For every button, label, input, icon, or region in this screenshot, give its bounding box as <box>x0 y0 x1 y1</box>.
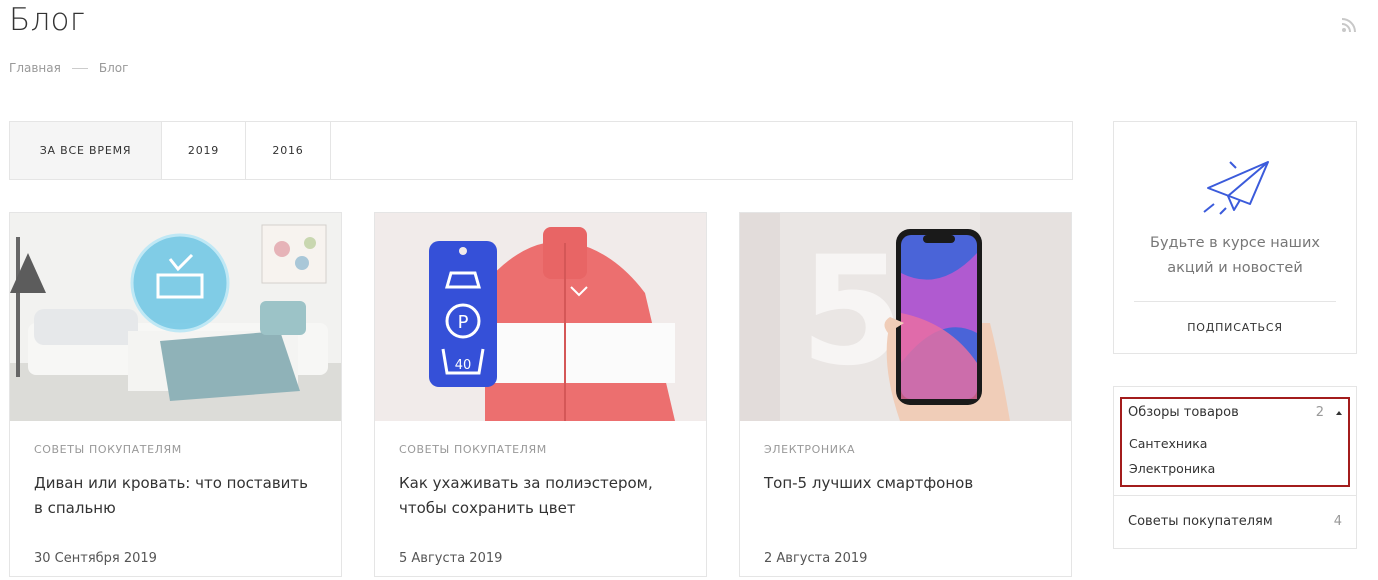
subcategory-item-electronics[interactable]: Электроника <box>1129 461 1215 476</box>
category-item-reviews[interactable]: Обзоры товаров 2 <box>1128 405 1342 420</box>
paper-plane-icon <box>1203 161 1269 215</box>
subscribe-text: Будьте в курсе наших акций и новостей <box>1150 235 1320 276</box>
collapse-caret-icon[interactable] <box>1336 410 1342 415</box>
card-title[interactable]: Как ухаживать за полиэстером, чтобы сохр… <box>399 471 682 521</box>
card-date: 5 Августа 2019 <box>399 551 503 566</box>
card-category[interactable]: СОВЕТЫ ПОКУПАТЕЛЯМ <box>399 443 682 461</box>
year-filter-tabs: ЗА ВСЕ ВРЕМЯ 2019 2016 <box>9 121 1073 180</box>
svg-text:P: P <box>458 312 469 333</box>
category-label[interactable]: Советы покупателям <box>1128 514 1273 529</box>
subscribe-divider <box>1134 301 1336 302</box>
tab-2019[interactable]: 2019 <box>162 122 246 179</box>
subcategory-item-plumbing[interactable]: Сантехника <box>1129 436 1207 451</box>
tab-all-time[interactable]: ЗА ВСЕ ВРЕМЯ <box>10 122 162 179</box>
blog-card[interactable]: СОВЕТЫ ПОКУПАТЕЛЯМ Диван или кровать: чт… <box>9 212 342 577</box>
care-label-number: 40 <box>455 358 472 373</box>
subscribe-button[interactable]: ПОДПИСАТЬСЯ <box>1114 321 1356 334</box>
category-count: 2 <box>1315 405 1324 420</box>
card-date: 30 Сентября 2019 <box>34 551 157 566</box>
breadcrumb-separator <box>71 67 88 69</box>
card-image-jacket[interactable]: P 40 <box>375 213 706 421</box>
rss-icon[interactable] <box>1340 16 1358 34</box>
card-image-smartphone[interactable]: 5 <box>740 213 1071 421</box>
tab-2016[interactable]: 2016 <box>246 122 331 179</box>
card-category[interactable]: ЭЛЕКТРОНИКА <box>764 443 1047 461</box>
card-image-sofa[interactable] <box>10 213 341 421</box>
card-title[interactable]: Диван или кровать: что поставить в спаль… <box>34 471 317 521</box>
subscribe-widget: Будьте в курсе наших акций и новостей ПО… <box>1113 121 1357 354</box>
breadcrumb-home-link[interactable]: Главная <box>9 61 61 75</box>
blog-card[interactable]: P 40 СОВЕТЫ ПОКУПАТЕЛЯМ Как ухаживать за… <box>374 212 707 577</box>
card-title[interactable]: Топ-5 лучших смартфонов <box>764 471 1047 521</box>
category-item-tips[interactable]: Советы покупателям 4 <box>1128 514 1342 529</box>
breadcrumb: Главная Блог <box>9 61 128 75</box>
card-category[interactable]: СОВЕТЫ ПОКУПАТЕЛЯМ <box>34 443 317 461</box>
category-list: Обзоры товаров 2 Сантехника Электроника … <box>1113 386 1357 549</box>
category-label[interactable]: Обзоры товаров <box>1128 405 1239 420</box>
blog-card[interactable]: 5 ЭЛЕКТРОНИКА Топ-5 лучших смартфонов 2 … <box>739 212 1072 577</box>
breadcrumb-current: Блог <box>98 61 129 75</box>
page-title: Блог <box>9 2 86 38</box>
card-date: 2 Августа 2019 <box>764 551 868 566</box>
category-count: 4 <box>1333 514 1342 529</box>
category-divider <box>1114 495 1356 496</box>
